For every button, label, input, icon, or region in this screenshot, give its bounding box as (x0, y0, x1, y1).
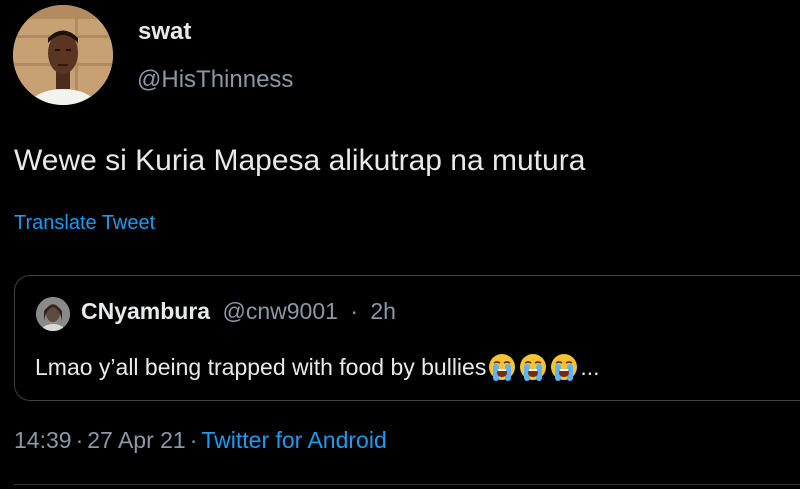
tweet-date[interactable]: 27 Apr 21 (87, 427, 185, 453)
loudly-crying-face-icon (549, 352, 579, 382)
profile-photo-icon (13, 5, 113, 105)
loudly-crying-face-icon (487, 352, 517, 382)
quoted-tweet-ellipsis: ... (580, 353, 600, 380)
meta-separator: · (189, 427, 198, 453)
profile-photo-icon (36, 297, 70, 331)
author-handle[interactable]: @HisThinness (137, 66, 293, 94)
quoted-author-handle: @cnw9001 (222, 298, 338, 324)
quoted-tweet-text-line: Lmao y’all being trapped with food by bu… (35, 352, 600, 382)
tweet-text: Wewe si Kuria Mapesa alikutrap na mutura (14, 144, 586, 177)
divider (14, 484, 800, 485)
author-display-name[interactable]: swat (138, 18, 191, 46)
meta-separator: · (75, 427, 84, 453)
quoted-tweet-text: Lmao y’all being trapped with food by bu… (35, 353, 487, 380)
tweet-metadata: 14:39 · 27 Apr 21 · Twitter for Android (14, 427, 387, 454)
quoted-tweet-header: CNyambura @cnw9001 · 2h (81, 298, 396, 325)
quoted-author-display-name: CNyambura (81, 298, 211, 324)
loudly-crying-face-icon (518, 352, 548, 382)
quoted-tweet-card[interactable]: CNyambura @cnw9001 · 2h Lmao y’all being… (14, 275, 800, 401)
tweet-source-link[interactable]: Twitter for Android (201, 427, 386, 453)
meta-separator: · (350, 298, 358, 324)
translate-tweet-link[interactable]: Translate Tweet (14, 212, 155, 235)
tweet-time[interactable]: 14:39 (14, 427, 72, 453)
quoted-tweet-age: 2h (370, 298, 396, 324)
quoted-author-avatar (36, 297, 70, 331)
author-avatar[interactable] (13, 5, 113, 105)
